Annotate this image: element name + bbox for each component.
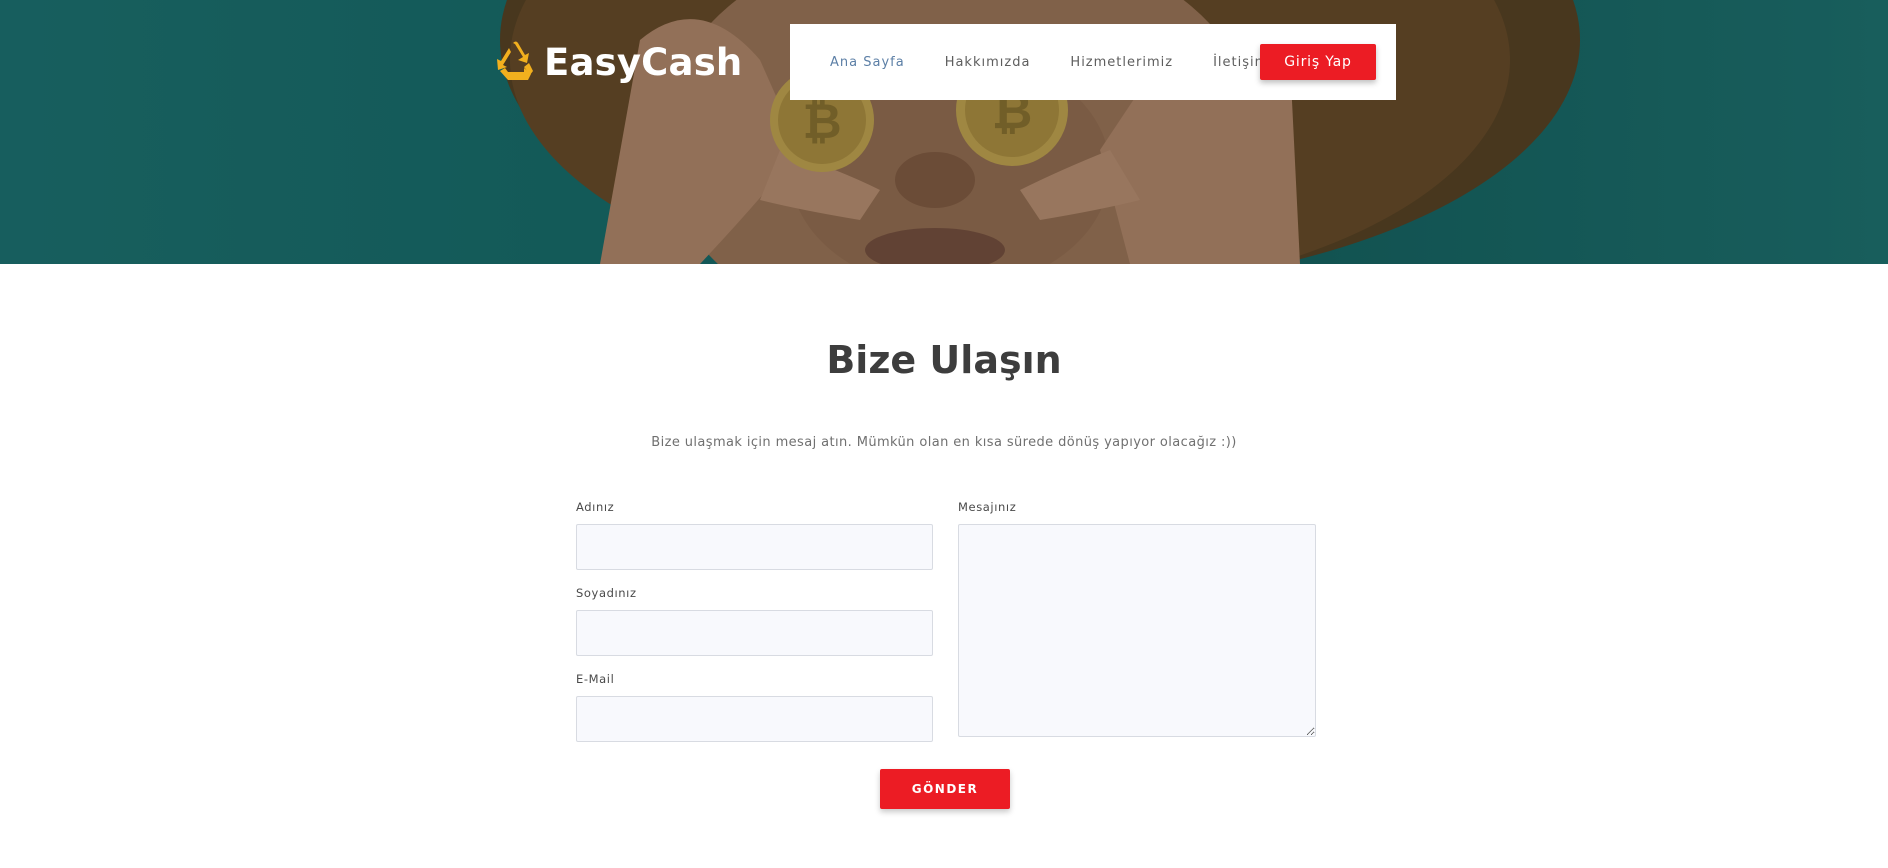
page-subtitle: Bize ulaşmak için mesaj atın. Mümkün ola… xyxy=(651,435,1237,450)
email-label: E-Mail xyxy=(576,672,615,686)
last-name-input[interactable] xyxy=(576,610,933,656)
nav-link-home[interactable]: Ana Sayfa xyxy=(830,55,905,70)
recycle-icon xyxy=(497,41,533,80)
message-textarea[interactable] xyxy=(958,524,1316,737)
page-title: Bize Ulaşın xyxy=(826,338,1062,382)
nav-link-about[interactable]: Hakkımızda xyxy=(945,55,1031,70)
brand-logo[interactable]: EasyCash xyxy=(494,38,742,86)
last-name-label: Soyadınız xyxy=(576,586,637,600)
first-name-label: Adınız xyxy=(576,500,615,514)
email-input[interactable] xyxy=(576,696,933,742)
brand-name: EasyCash xyxy=(544,40,743,84)
nav-link-services[interactable]: Hizmetlerimiz xyxy=(1070,55,1173,70)
hero-banner: ₿ ₿ EasyCash Ana Sayfa Hakkımızda Hizmet… xyxy=(0,0,1888,264)
message-label: Mesajınız xyxy=(958,500,1017,514)
first-name-input[interactable] xyxy=(576,524,933,570)
login-button[interactable]: Giriş Yap xyxy=(1260,44,1376,80)
main-navigation: Ana Sayfa Hakkımızda Hizmetlerimiz İleti… xyxy=(790,24,1396,100)
submit-button[interactable]: GÖNDER xyxy=(880,769,1010,809)
